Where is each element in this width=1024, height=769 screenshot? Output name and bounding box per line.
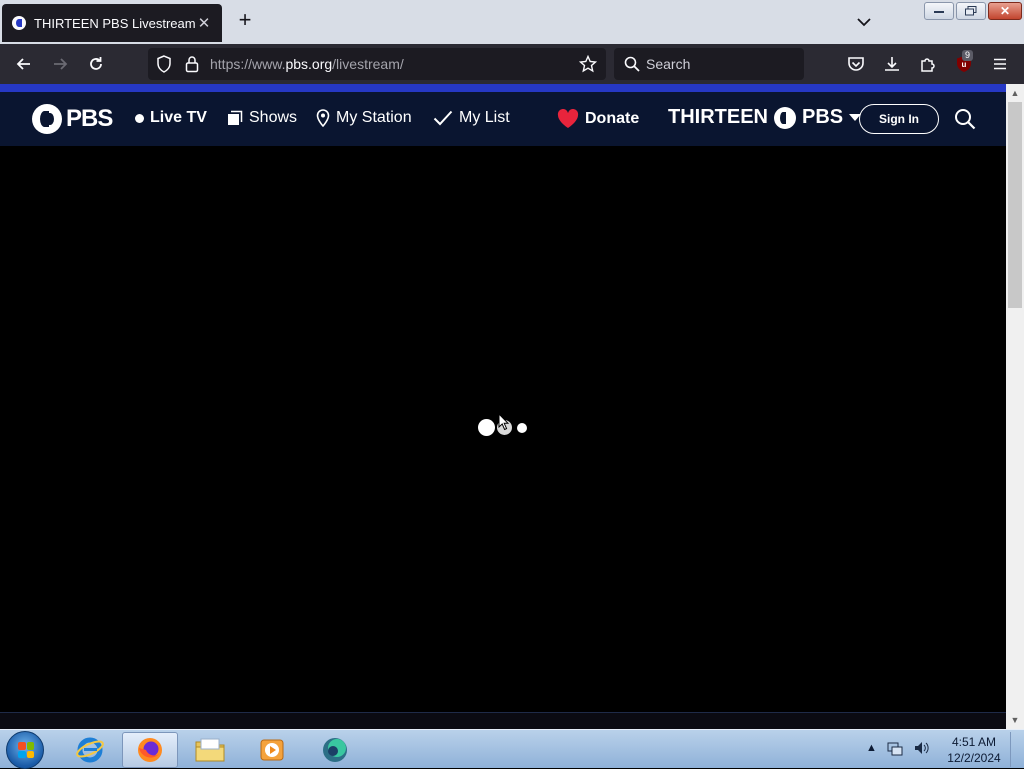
- pbs-station-logo-icon: [774, 106, 796, 129]
- minimize-button[interactable]: [924, 2, 954, 20]
- station-brand: PBS: [802, 106, 844, 128]
- search-placeholder: Search: [646, 56, 691, 72]
- window-controls: ✕: [924, 2, 1022, 20]
- internet-explorer-taskbar-icon[interactable]: [62, 732, 118, 768]
- page-footer-strip: [0, 712, 1006, 729]
- nav-shows-label: Shows: [249, 109, 298, 126]
- show-desktop-button[interactable]: [1010, 732, 1022, 767]
- taskbar-clock[interactable]: 4:51 AM 12/2/2024: [944, 734, 1004, 766]
- start-button[interactable]: [6, 731, 44, 769]
- window-close-button[interactable]: ✕: [988, 2, 1022, 20]
- show-hidden-icons-icon[interactable]: ▲: [866, 742, 877, 754]
- bookmark-star-icon[interactable]: [578, 54, 598, 74]
- tab-pbs-livestream[interactable]: THIRTEEN PBS Livestream ✕: [2, 4, 222, 42]
- extensions-puzzle-icon[interactable]: [918, 54, 938, 74]
- scrollbar-thumb[interactable]: [1008, 102, 1022, 308]
- checkmark-icon: [433, 110, 453, 126]
- loading-dot: [517, 423, 527, 433]
- donate-button[interactable]: Donate: [557, 109, 639, 129]
- nav-live-tv-label: Live TV: [150, 109, 207, 126]
- pbs-favicon-icon: [12, 16, 26, 30]
- hamburger-menu-icon[interactable]: [990, 54, 1010, 74]
- app-taskbar-icon[interactable]: [308, 732, 364, 768]
- live-dot-icon: [135, 113, 144, 123]
- restore-button[interactable]: [956, 2, 986, 20]
- tab-title: THIRTEEN PBS Livestream: [34, 15, 196, 31]
- back-arrow-icon[interactable]: [14, 54, 34, 74]
- nav-shows[interactable]: Shows: [227, 109, 297, 127]
- loading-spinner: [478, 413, 530, 438]
- windows-taskbar: ▲ 4:51 AM 12/2/2024: [0, 729, 1024, 769]
- search-icon: [622, 54, 642, 74]
- url-text[interactable]: https://www.pbs.org/livestream/: [210, 56, 404, 72]
- location-pin-icon: [316, 109, 330, 127]
- pbs-accent-bar: [0, 84, 1006, 92]
- forward-arrow-icon[interactable]: [50, 54, 70, 74]
- scroll-down-icon[interactable]: ▼: [1010, 715, 1020, 725]
- new-tab-button[interactable]: +: [234, 9, 256, 32]
- heart-icon: [557, 109, 579, 128]
- mouse-cursor-icon: [498, 413, 510, 431]
- reload-icon[interactable]: [86, 54, 106, 74]
- downloads-icon[interactable]: [882, 54, 902, 74]
- shows-stack-icon: [228, 110, 243, 125]
- extension-badge: 9: [962, 50, 974, 61]
- navigation-toolbar: https://www.pbs.org/livestream/ Search u…: [0, 44, 1024, 84]
- nav-live-tv[interactable]: Live TV: [135, 109, 207, 127]
- volume-icon[interactable]: [913, 740, 929, 756]
- pbs-logo[interactable]: PBS: [32, 104, 113, 134]
- url-path: /livestream/: [332, 56, 404, 72]
- firefox-taskbar-icon[interactable]: [122, 732, 178, 768]
- file-explorer-taskbar-icon[interactable]: [182, 732, 238, 768]
- pbs-header: PBS Live TV Shows My Station My List Don…: [0, 92, 1006, 146]
- url-bar[interactable]: https://www.pbs.org/livestream/: [148, 48, 606, 80]
- nav-my-list[interactable]: My List: [433, 109, 510, 127]
- page-scrollbar[interactable]: ▲ ▼: [1006, 84, 1024, 729]
- tracking-shield-icon[interactable]: [154, 54, 174, 74]
- pbs-logo-text: PBS: [66, 105, 113, 132]
- url-host: pbs.org: [285, 56, 333, 72]
- video-player[interactable]: [0, 146, 1006, 712]
- station-selector[interactable]: THIRTEEN PBS: [668, 106, 862, 129]
- loading-dot: [478, 419, 495, 436]
- windows-logo-icon: [18, 742, 34, 758]
- scroll-up-icon[interactable]: ▲: [1010, 88, 1020, 98]
- system-tray: ▲: [866, 740, 929, 756]
- pbs-head-logo-icon: [32, 104, 62, 134]
- tab-strip: THIRTEEN PBS Livestream ✕ + ✕: [0, 0, 1024, 44]
- lock-icon[interactable]: [182, 54, 202, 74]
- site-search-icon[interactable]: [954, 108, 976, 130]
- network-icon[interactable]: [887, 740, 903, 756]
- donate-label: Donate: [585, 110, 640, 127]
- search-bar[interactable]: Search: [614, 48, 804, 80]
- nav-my-list-label: My List: [459, 109, 510, 126]
- url-prefix: https://www.: [210, 56, 286, 72]
- clock-date: 12/2/2024: [947, 751, 1001, 765]
- nav-my-station[interactable]: My Station: [316, 109, 412, 127]
- clock-time: 4:51 AM: [951, 735, 997, 749]
- pocket-icon[interactable]: [846, 54, 866, 74]
- list-all-tabs-chevron-down-icon[interactable]: [854, 12, 874, 32]
- station-name: THIRTEEN: [668, 106, 768, 128]
- svg-text:u: u: [962, 60, 967, 69]
- tab-close-icon[interactable]: ✕: [196, 14, 212, 32]
- media-player-taskbar-icon[interactable]: [244, 732, 300, 768]
- nav-my-station-label: My Station: [336, 109, 412, 126]
- sign-in-button[interactable]: Sign In: [859, 104, 939, 134]
